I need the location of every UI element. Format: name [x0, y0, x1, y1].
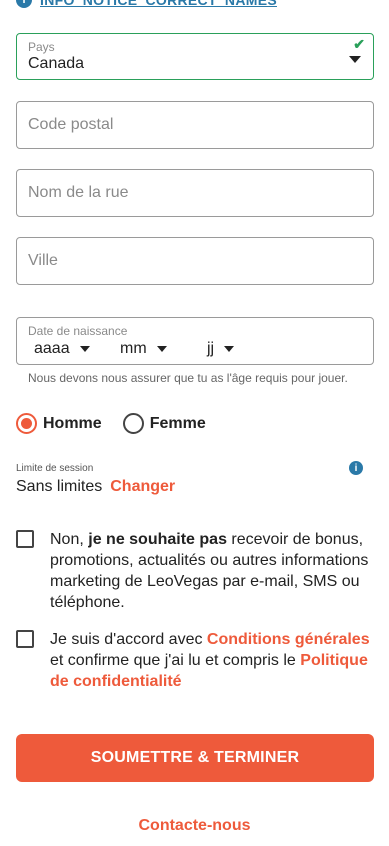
check-icon: ✔ — [353, 36, 365, 52]
submit-button[interactable]: SOUMETTRE & TERMINER — [16, 734, 374, 782]
session-limit-value: Sans limites — [16, 478, 103, 495]
caret-down-icon — [156, 346, 167, 352]
age-hint: Nous devons nous assurer que tu as l'âge… — [28, 371, 348, 385]
dob-month-value: mm — [120, 340, 147, 357]
terms-link[interactable]: Conditions générales — [207, 631, 370, 648]
dob-day-value: jj — [207, 340, 215, 357]
contact-link[interactable]: Contacte-nous — [0, 817, 389, 835]
dob-day-select[interactable]: jj — [207, 340, 235, 358]
terms-agree-row: Je suis d'accord avec Conditions général… — [16, 629, 376, 692]
postal-code-placeholder: Code postal — [28, 116, 114, 133]
radio-unselected-icon[interactable] — [122, 413, 144, 434]
dob-month-select[interactable]: mm — [120, 340, 167, 358]
country-label: Pays — [28, 40, 55, 54]
marketing-optout-text: Non, je ne souhaite pas recevoir de bonu… — [50, 531, 369, 611]
notice-banner: i INFO_NOTICE_CORRECT_NAMES — [16, 0, 277, 10]
notice-text[interactable]: INFO_NOTICE_CORRECT_NAMES — [40, 0, 277, 8]
info-icon[interactable]: i — [349, 461, 363, 475]
marketing-optout-checkbox[interactable] — [16, 530, 34, 548]
postal-code-field[interactable]: Code postal — [16, 101, 374, 149]
dob-year-select[interactable]: aaaa — [34, 340, 90, 358]
terms-agree-text: Je suis d'accord avec Conditions général… — [50, 631, 370, 690]
date-of-birth-field: Date de naissance aaaa mm jj — [16, 317, 374, 365]
session-limit-label: Limite de session — [16, 463, 94, 474]
dob-year-value: aaaa — [34, 340, 70, 357]
session-change-link[interactable]: Changer — [110, 478, 175, 496]
dob-label: Date de naissance — [28, 324, 128, 338]
gender-radio-group: Homme Femme — [16, 413, 227, 434]
street-name-placeholder: Nom de la rue — [28, 184, 129, 201]
street-name-field[interactable]: Nom de la rue — [16, 169, 374, 217]
gender-option-label: Femme — [149, 414, 206, 432]
marketing-optout-row: Non, je ne souhaite pas recevoir de bonu… — [16, 529, 376, 613]
session-limit-row: Sans limites Changer — [16, 478, 175, 496]
gender-option-label: Homme — [43, 414, 102, 432]
country-value: Canada — [28, 55, 85, 72]
info-icon: i — [16, 0, 32, 8]
radio-selected-icon[interactable] — [16, 413, 37, 434]
country-select[interactable]: Pays Canada ✔ — [16, 33, 374, 80]
caret-down-icon — [224, 346, 235, 352]
gender-option-femme[interactable]: Femme — [122, 413, 206, 434]
caret-down-icon — [79, 346, 90, 352]
gender-option-homme[interactable]: Homme — [16, 413, 102, 434]
caret-down-icon — [349, 56, 361, 63]
terms-agree-checkbox[interactable] — [16, 630, 34, 648]
city-placeholder: Ville — [28, 252, 58, 269]
city-field[interactable]: Ville — [16, 237, 374, 285]
